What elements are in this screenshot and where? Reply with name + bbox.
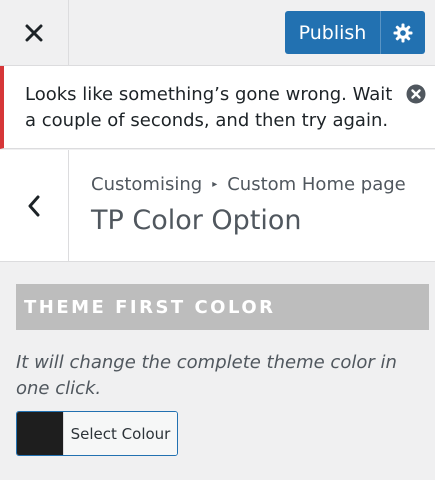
breadcrumb-arrow-icon: ▸ (212, 179, 218, 190)
color-picker-label: Select Colour (63, 412, 177, 455)
control-title: THEME FIRST COLOR (16, 284, 429, 330)
control-description: It will change the complete theme color … (16, 352, 397, 399)
breadcrumb-current: Custom Home page (227, 174, 406, 195)
customizer-header: Publish (0, 0, 435, 66)
chevron-left-icon (28, 195, 40, 216)
color-swatch (17, 412, 63, 455)
dismiss-icon[interactable] (406, 84, 426, 104)
gear-icon (393, 23, 413, 42)
breadcrumb-root: Customising (91, 174, 203, 195)
error-notice: Looks like something’s gone wrong. Wait … (0, 66, 435, 149)
notice-message: Looks like something’s gone wrong. Wait … (25, 84, 393, 131)
back-button[interactable] (0, 150, 69, 261)
publish-button[interactable]: Publish (285, 11, 381, 54)
close-button[interactable] (0, 0, 69, 65)
breadcrumb: Customising ▸ Custom Home page (91, 174, 406, 195)
publish-group: Publish (285, 11, 425, 54)
close-icon (25, 24, 43, 41)
color-picker-button[interactable]: Select Colour (16, 411, 178, 456)
publish-settings-button[interactable] (381, 11, 425, 54)
section-title: TP Color Option (91, 205, 302, 236)
